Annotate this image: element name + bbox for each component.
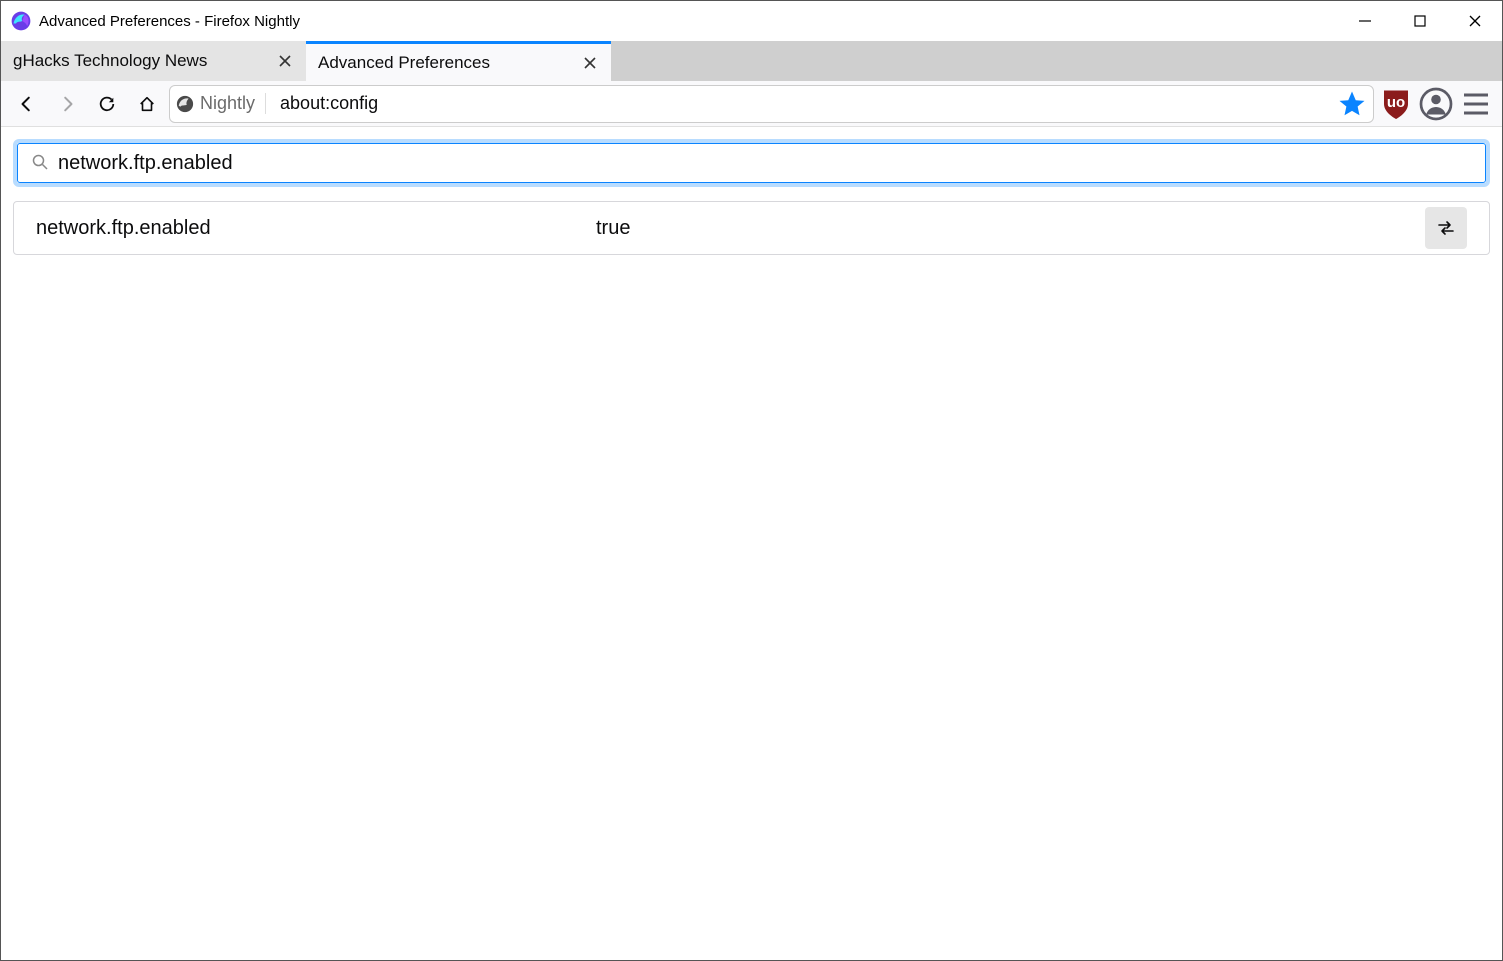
bookmark-star-button[interactable] <box>1337 89 1367 119</box>
window-minimize-button[interactable] <box>1337 1 1392 41</box>
config-search-input[interactable] <box>58 152 1471 175</box>
tab-close-button[interactable] <box>276 52 294 70</box>
forward-button[interactable] <box>49 86 85 122</box>
account-button[interactable] <box>1418 86 1454 122</box>
pref-toggle-button[interactable] <box>1425 207 1467 249</box>
tab-title: gHacks Technology News <box>13 51 266 71</box>
firefox-nightly-icon <box>11 11 31 31</box>
tab-strip: gHacks Technology News Advanced Preferen… <box>1 41 1502 81</box>
pref-name: network.ftp.enabled <box>36 217 596 240</box>
app-menu-button[interactable] <box>1458 86 1494 122</box>
svg-text:uo: uo <box>1387 94 1405 111</box>
home-button[interactable] <box>129 86 165 122</box>
tab-title: Advanced Preferences <box>318 53 571 73</box>
window-close-button[interactable] <box>1447 1 1502 41</box>
identity-box[interactable]: Nightly <box>176 93 266 114</box>
reload-button[interactable] <box>89 86 125 122</box>
firefox-brand-icon <box>176 95 194 113</box>
pref-row[interactable]: network.ftp.enabled true <box>14 202 1489 254</box>
config-search-box[interactable] <box>17 143 1486 183</box>
url-bar[interactable]: Nightly about:config <box>169 85 1374 123</box>
aboutconfig-content: network.ftp.enabled true <box>1 127 1502 267</box>
tab-close-button[interactable] <box>581 54 599 72</box>
back-button[interactable] <box>9 86 45 122</box>
url-text: about:config <box>274 93 1329 114</box>
identity-label: Nightly <box>200 93 255 114</box>
search-icon <box>32 154 48 173</box>
window-title: Advanced Preferences - Firefox Nightly <box>39 13 300 30</box>
config-search-wrapper <box>13 139 1490 187</box>
tab-advanced-preferences[interactable]: Advanced Preferences <box>306 41 611 81</box>
navigation-toolbar: Nightly about:config uo <box>1 81 1502 127</box>
config-results: network.ftp.enabled true <box>13 201 1490 255</box>
ublock-origin-button[interactable]: uo <box>1378 86 1414 122</box>
pref-value: true <box>596 217 1425 240</box>
window-titlebar: Advanced Preferences - Firefox Nightly <box>1 1 1502 41</box>
tab-ghacks[interactable]: gHacks Technology News <box>1 41 306 81</box>
window-maximize-button[interactable] <box>1392 1 1447 41</box>
